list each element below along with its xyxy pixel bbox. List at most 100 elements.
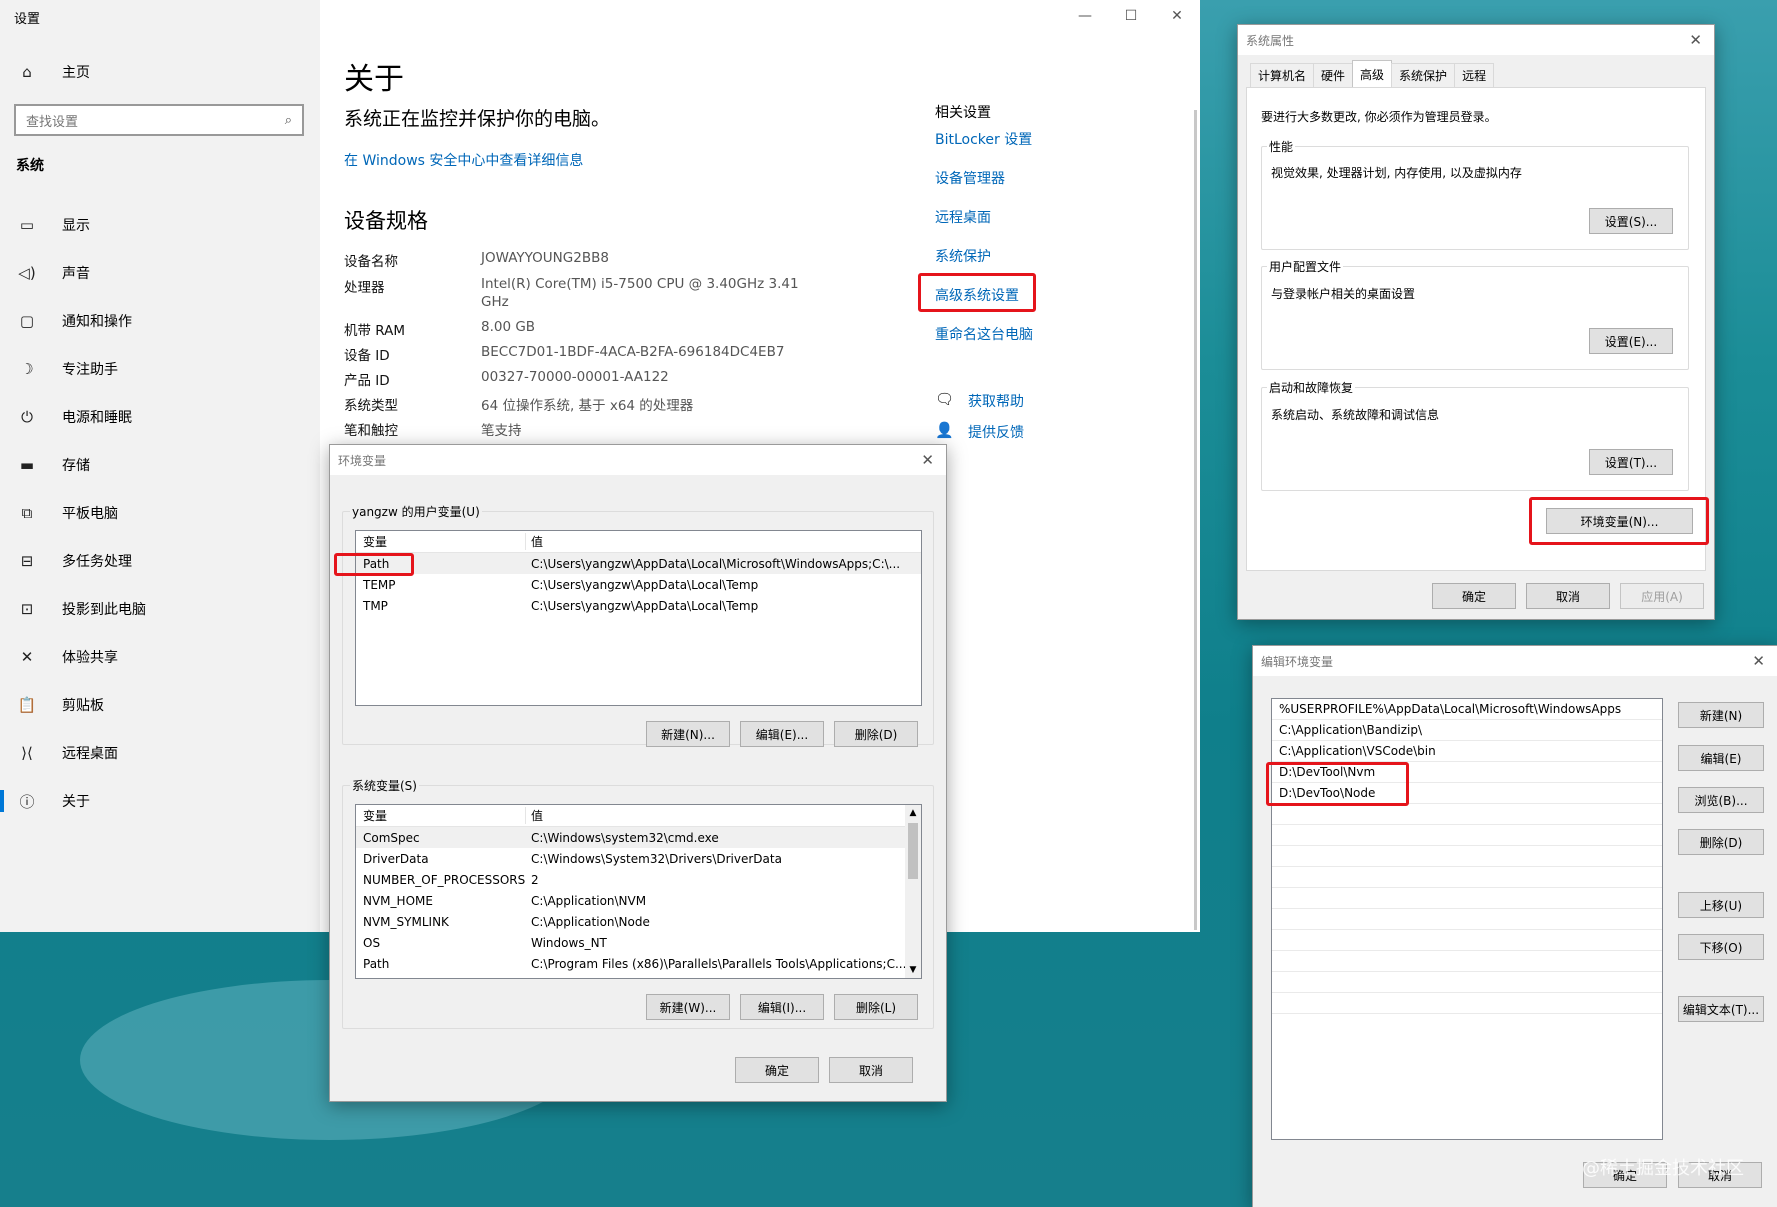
scroll-thumb[interactable] — [908, 823, 918, 879]
var-name: DriverData — [363, 851, 429, 866]
new-entry-button[interactable]: 新建(N) — [1678, 702, 1764, 728]
empty-row — [1272, 909, 1662, 930]
tab-remote[interactable]: 远程 — [1454, 63, 1495, 87]
table-row[interactable]: NVM_SYMLINK C:\Application\Node — [356, 911, 905, 932]
sidebar-item-label: 显示 — [62, 218, 90, 234]
column-header[interactable]: 值 — [526, 533, 921, 550]
close-icon[interactable]: ✕ — [1752, 652, 1765, 670]
delete-entry-button[interactable]: 删除(D) — [1678, 829, 1764, 855]
scroll-up-icon[interactable]: ▲ — [905, 805, 921, 821]
profiles-settings-button[interactable]: 设置(E)... — [1589, 328, 1673, 354]
performance-settings-button[interactable]: 设置(S)... — [1589, 208, 1673, 234]
project-icon: ⊡ — [20, 600, 34, 618]
tab-system-protection[interactable]: 系统保护 — [1391, 63, 1456, 87]
system-delete-button[interactable]: 删除(L) — [834, 994, 918, 1020]
sidebar-item-power[interactable]: ⏻ 电源和睡眠 — [16, 397, 132, 437]
table-row[interactable]: ComSpec C:\Windows\system32\cmd.exe — [356, 827, 905, 848]
list-item[interactable]: %USERPROFILE%\AppData\Local\Microsoft\Wi… — [1272, 699, 1662, 720]
tab-strip: 计算机名 硬件 高级 系统保护 远程 — [1250, 60, 1495, 87]
scrollbar[interactable]: ▲ ▼ — [905, 805, 921, 978]
var-value: C:\Users\yangzw\AppData\Local\Temp — [531, 577, 759, 592]
sidebar-item-focus-assist[interactable]: ☽ 专注助手 — [16, 349, 118, 389]
browse-button[interactable]: 浏览(B)... — [1678, 787, 1764, 813]
system-protection-link[interactable]: 系统保护 — [935, 246, 991, 266]
scrollbar[interactable] — [1194, 110, 1197, 930]
empty-row — [1272, 930, 1662, 951]
user-edit-button[interactable]: 编辑(E)... — [740, 721, 824, 747]
page-title: 关于 — [344, 62, 404, 97]
nav-home[interactable]: ⌂ 主页 — [16, 52, 90, 92]
move-down-button[interactable]: 下移(O) — [1678, 934, 1764, 960]
edit-entry-button[interactable]: 编辑(E) — [1678, 745, 1764, 771]
rename-pc-link[interactable]: 重命名这台电脑 — [935, 324, 1033, 344]
startup-settings-button[interactable]: 设置(T)... — [1589, 449, 1673, 475]
table-row[interactable]: OS Windows_NT — [356, 932, 905, 953]
sidebar-item-storage[interactable]: ▬ 存储 — [16, 445, 90, 485]
scroll-down-icon[interactable]: ▼ — [905, 962, 921, 978]
table-row[interactable]: NVM_HOME C:\Application\NVM — [356, 890, 905, 911]
column-header[interactable]: 变量 — [356, 807, 526, 824]
user-delete-button[interactable]: 删除(D) — [834, 721, 918, 747]
table-row[interactable]: DriverData C:\Windows\System32\Drivers\Dr… — [356, 848, 905, 869]
get-help-link[interactable]: 获取帮助 — [968, 391, 1024, 411]
cancel-button[interactable]: 取消 — [1526, 583, 1610, 609]
table-row[interactable]: Path C:\Program Files (x86)\Parallels\Par… — [356, 953, 905, 974]
notification-icon: ▢ — [19, 312, 35, 330]
column-header[interactable]: 变量 — [356, 533, 526, 550]
sidebar-item-shared-experiences[interactable]: ✕ 体验共享 — [16, 637, 118, 677]
move-up-button[interactable]: 上移(U) — [1678, 892, 1764, 918]
remote-desktop-link[interactable]: 远程桌面 — [935, 207, 991, 227]
ok-button[interactable]: 确定 — [1432, 583, 1516, 609]
spec-value: 8.00 GB — [481, 319, 536, 335]
table-header: 变量 值 — [356, 805, 905, 827]
device-manager-link[interactable]: 设备管理器 — [935, 168, 1005, 188]
security-center-link[interactable]: 在 Windows 安全中心中查看详细信息 — [344, 150, 583, 170]
system-new-button[interactable]: 新建(W)... — [646, 994, 730, 1020]
empty-row — [1272, 951, 1662, 972]
feedback-link[interactable]: 提供反馈 — [968, 422, 1024, 442]
close-icon[interactable]: ✕ — [921, 451, 934, 469]
sidebar-item-display[interactable]: ▭ 显示 — [16, 205, 90, 245]
sidebar-item-tablet[interactable]: ⧉ 平板电脑 — [16, 493, 118, 533]
var-name: NVM_SYMLINK — [363, 914, 449, 929]
list-item[interactable]: C:\Application\VSCode\bin — [1272, 741, 1662, 762]
sidebar-item-remote-desktop[interactable]: ⟩⟨ 远程桌面 — [16, 733, 118, 773]
minimize-button[interactable]: — — [1062, 8, 1108, 24]
sidebar-item-projecting[interactable]: ⊡ 投影到此电脑 — [16, 589, 146, 629]
user-new-button[interactable]: 新建(N)... — [646, 721, 730, 747]
table-row[interactable]: NUMBER_OF_PROCESSORS 2 — [356, 869, 905, 890]
ok-button[interactable]: 确定 — [735, 1057, 819, 1083]
tab-hardware[interactable]: 硬件 — [1313, 63, 1354, 87]
tab-computer-name[interactable]: 计算机名 — [1250, 63, 1315, 87]
highlight-box — [1529, 497, 1709, 545]
apply-button[interactable]: 应用(A) — [1620, 583, 1704, 609]
sidebar-item-about[interactable]: ⓘ 关于 — [16, 781, 90, 821]
var-name: TEMP — [363, 577, 396, 592]
cancel-button[interactable]: 取消 — [829, 1057, 913, 1083]
column-header[interactable]: 值 — [526, 807, 905, 824]
tab-advanced[interactable]: 高级 — [1352, 60, 1393, 87]
edit-text-button[interactable]: 编辑文本(T)... — [1678, 996, 1764, 1022]
spec-label: 处理器 — [344, 280, 385, 296]
table-header: 变量 值 — [356, 531, 921, 553]
spec-value: 00327-70000-00001-AA122 — [481, 369, 669, 385]
maximize-button[interactable]: ☐ — [1108, 8, 1154, 24]
bitlocker-link[interactable]: BitLocker 设置 — [935, 129, 1032, 149]
feedback-icon: 👤 — [935, 421, 954, 439]
search-input[interactable]: 查找设置 ⌕ — [14, 104, 304, 136]
spec-value: 64 位操作系统, 基于 x64 的处理器 — [481, 398, 694, 414]
spec-label: 笔和触控 — [344, 423, 398, 439]
sidebar-item-multitasking[interactable]: ⊟ 多任务处理 — [16, 541, 132, 581]
list-item[interactable]: C:\Application\Bandizip\ — [1272, 720, 1662, 741]
table-row[interactable]: Path C:\Users\yangzw\AppData\Local\Micros… — [356, 553, 921, 574]
table-row[interactable]: TEMP C:\Users\yangzw\AppData\Local\Temp — [356, 574, 921, 595]
sidebar-item-clipboard[interactable]: 📋 剪贴板 — [16, 685, 104, 725]
sidebar-item-label: 存储 — [62, 458, 90, 474]
close-icon[interactable]: ✕ — [1689, 31, 1702, 49]
sidebar-item-notifications[interactable]: ▢ 通知和操作 — [16, 301, 132, 341]
sidebar-item-label: 电源和睡眠 — [62, 410, 132, 426]
table-row[interactable]: TMP C:\Users\yangzw\AppData\Local\Temp — [356, 595, 921, 616]
system-edit-button[interactable]: 编辑(I)... — [740, 994, 824, 1020]
sidebar-item-sound[interactable]: ◁) 声音 — [16, 253, 90, 293]
close-button[interactable]: ✕ — [1154, 8, 1200, 24]
